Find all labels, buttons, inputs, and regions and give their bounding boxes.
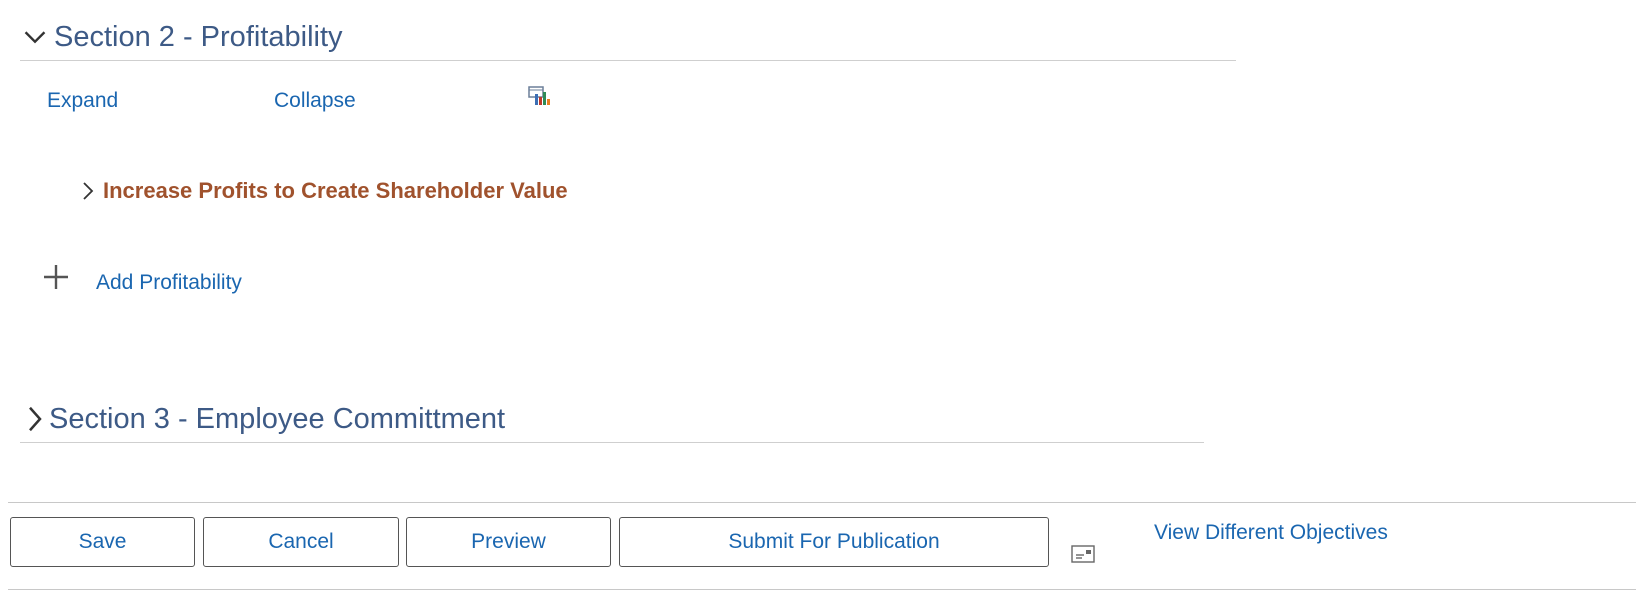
cancel-button[interactable]: Cancel	[203, 517, 399, 567]
section-2-title: Section 2 - Profitability	[54, 21, 343, 53]
objective-title[interactable]: Increase Profits to Create Shareholder V…	[103, 177, 568, 205]
section-2-header[interactable]: Section 2 - Profitability	[20, 18, 1236, 61]
section-3-header[interactable]: Section 3 - Employee Committment	[20, 400, 1204, 443]
add-icon[interactable]	[42, 263, 70, 291]
chart-icon[interactable]	[528, 86, 552, 108]
expand-link[interactable]: Expand	[47, 88, 118, 114]
save-button[interactable]: Save	[10, 517, 195, 567]
footer-top-divider	[8, 502, 1636, 503]
notify-icon[interactable]	[1071, 545, 1095, 563]
add-profitability-link[interactable]: Add Profitability	[96, 270, 242, 296]
submit-for-publication-button[interactable]: Submit For Publication	[619, 517, 1049, 567]
chevron-right-icon[interactable]	[80, 180, 96, 202]
collapse-link[interactable]: Collapse	[274, 88, 356, 114]
chevron-right-icon[interactable]	[22, 404, 48, 434]
preview-button[interactable]: Preview	[406, 517, 611, 567]
view-different-objectives-link[interactable]: View Different Objectives	[1154, 520, 1388, 546]
footer-bottom-divider	[8, 589, 1636, 590]
section-3-title: Section 3 - Employee Committment	[49, 403, 506, 435]
chevron-down-icon[interactable]	[22, 22, 48, 52]
